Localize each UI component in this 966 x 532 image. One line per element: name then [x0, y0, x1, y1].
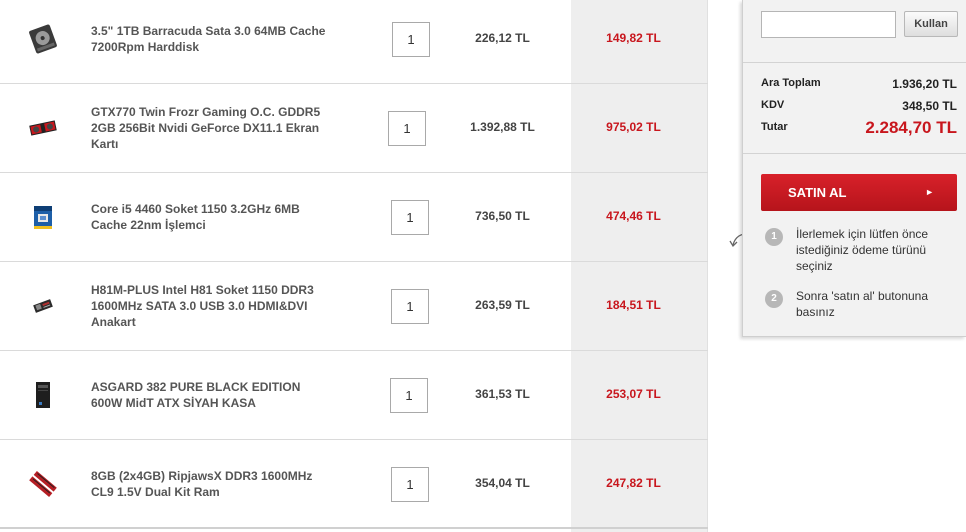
unit-price: 354,04 TL [475, 475, 530, 490]
cart-row: ASGARD 382 PURE BLACK EDITION 600W MidT … [0, 351, 708, 440]
line-total: 247,82 TL [606, 475, 661, 490]
line-total: 149,82 TL [606, 31, 661, 45]
step-text: İlerlemek için lütfen önce istediğiniz ö… [796, 227, 929, 273]
apply-coupon-button[interactable]: Kullan [904, 11, 958, 37]
product-name[interactable]: Core i5 4460 Soket 1150 3.2GHz 6MB Cache… [91, 201, 326, 233]
divider [743, 62, 966, 63]
cart-row: H81M-PLUS Intel H81 Soket 1150 DDR3 1600… [0, 262, 708, 351]
ram-icon[interactable] [26, 467, 60, 501]
grand-total-label: Tutar [761, 121, 788, 133]
graphics-card-icon[interactable] [26, 111, 60, 145]
harddisk-icon[interactable] [26, 22, 60, 56]
subtotal-row: Ara Toplam 1.936,20 TL [761, 77, 957, 91]
coupon-input[interactable] [761, 11, 896, 38]
grand-total-value: 2.284,70 TL [865, 118, 957, 137]
line-total: 184,51 TL [606, 298, 661, 312]
tax-row: KDV 348,50 TL [761, 99, 957, 113]
unit-price: 361,53 TL [475, 387, 530, 401]
product-name[interactable]: 8GB (2x4GB) RipjawsX DDR3 1600MHz CL9 1.… [91, 468, 326, 500]
unit-price: 736,50 TL [475, 209, 530, 223]
subtotal-label: Ara Toplam [761, 77, 821, 89]
cart-row: GTX770 Twin Frozr Gaming O.C. GDDR5 2GB … [0, 84, 708, 173]
play-arrow-icon: ► [925, 187, 934, 197]
quantity-input[interactable]: 1 [391, 200, 429, 235]
step-number-badge: 1 [765, 228, 783, 246]
pc-case-icon[interactable] [26, 378, 60, 412]
quantity-input[interactable]: 1 [390, 378, 428, 413]
unit-price: 263,59 TL [475, 298, 530, 312]
processor-box-icon[interactable] [26, 200, 60, 234]
divider [743, 153, 966, 154]
product-name[interactable]: ASGARD 382 PURE BLACK EDITION 600W MidT … [91, 379, 326, 411]
grand-total-row: Tutar 2.284,70 TL [761, 118, 957, 137]
line-total: 253,07 TL [606, 387, 661, 401]
buy-button[interactable]: SATIN AL ► [761, 174, 957, 211]
subtotal-value: 1.936,20 TL [892, 77, 957, 91]
step-number-badge: 2 [765, 290, 783, 308]
buy-button-label: SATIN AL [788, 185, 847, 200]
unit-price: 226,12 TL [475, 31, 530, 45]
product-name[interactable]: GTX770 Twin Frozr Gaming O.C. GDDR5 2GB … [91, 104, 326, 152]
quantity-input[interactable]: 1 [388, 111, 426, 146]
cart-list: 3.5" 1TB Barracuda Sata 3.0 64MB Cache 7… [0, 0, 708, 532]
tax-label: KDV [761, 99, 785, 111]
product-name[interactable]: 3.5" 1TB Barracuda Sata 3.0 64MB Cache 7… [91, 23, 326, 55]
quantity-input[interactable]: 1 [391, 466, 429, 502]
product-name[interactable]: H81M-PLUS Intel H81 Soket 1150 DDR3 1600… [91, 282, 326, 330]
tax-value: 348,50 TL [902, 99, 957, 113]
step-text: Sonra 'satın al' butonuna basınız [796, 289, 929, 319]
line-total: 975,02 TL [606, 120, 661, 134]
cart-row: Core i5 4460 Soket 1150 3.2GHz 6MB Cache… [0, 173, 708, 262]
unit-price: 1.392,88 TL [470, 120, 535, 134]
quantity-input[interactable]: 1 [392, 22, 430, 57]
cart-row: 3.5" 1TB Barracuda Sata 3.0 64MB Cache 7… [0, 0, 708, 84]
order-summary-panel: Kullan Ara Toplam 1.936,20 TL KDV 348,50… [742, 0, 966, 337]
cart-row: 8GB (2x4GB) RipjawsX DDR3 1600MHz CL9 1.… [0, 440, 708, 529]
motherboard-icon[interactable] [26, 289, 60, 323]
quantity-input[interactable]: 1 [391, 289, 429, 324]
line-total: 474,46 TL [606, 209, 661, 223]
